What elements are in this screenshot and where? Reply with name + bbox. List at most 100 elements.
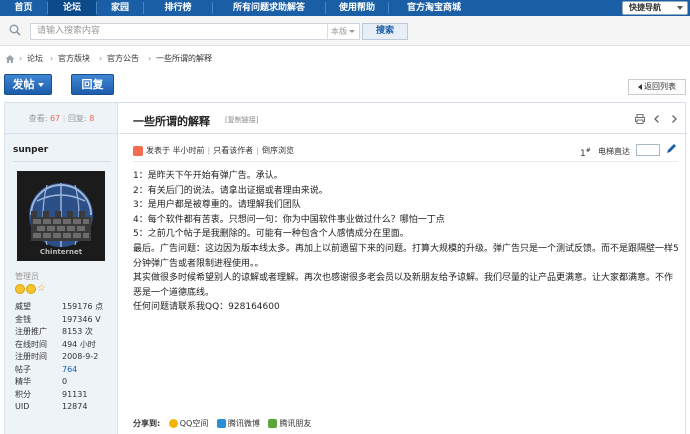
print-icon[interactable] xyxy=(635,114,646,124)
content-line: 3：是用户都是被尊重的。请理解我们团队 xyxy=(133,200,301,211)
profile-key: 威望 xyxy=(15,302,31,311)
breadcrumb-official-section[interactable]: 官方版块 xyxy=(58,52,90,66)
profile-row: 威望 159176 点 xyxy=(15,301,115,314)
content-line: 其实做很多时候希望别人的谅解或者理解。再次也感谢很多老会员以及新朋友给予谅解。我… xyxy=(133,273,674,298)
breadcrumb-announcements[interactable]: 官方公告 xyxy=(107,52,139,66)
floor-suffix: # xyxy=(585,147,591,154)
profile-key: 注册推广 xyxy=(15,327,47,336)
nav-space[interactable]: 家园 xyxy=(97,0,143,16)
sun-rank-icon xyxy=(26,284,36,294)
sun-rank-icon xyxy=(15,284,25,294)
search-bar: 请输入搜索内容 本版 搜索 xyxy=(0,16,690,46)
thread-tools xyxy=(631,114,679,127)
breadcrumb-forum[interactable]: 论坛 xyxy=(27,52,43,66)
nav-home[interactable]: 首页 xyxy=(0,0,47,16)
views-label: 查看: xyxy=(28,114,48,123)
profile-row: UID 12874 xyxy=(15,401,115,414)
author-sidebar: 查看: 67 | 回复: 8 sunper Chinternet 管理员 ☆ 威… xyxy=(5,103,118,434)
share-qzone-link[interactable]: QQ空间 xyxy=(180,419,209,428)
thread-title-bar: 一些所谓的解释 [复制链接] xyxy=(119,103,687,134)
share-bar: 分享到: QQ空间 腾讯微博 腾讯朋友 xyxy=(133,418,311,430)
nav-forum[interactable]: 论坛 xyxy=(48,0,96,16)
replies-count: 8 xyxy=(89,114,95,123)
post-main: 一些所谓的解释 [复制链接] 发表于 半小时前 | 只看该作者 | 倒序浏览 1# 电梯… xyxy=(119,103,687,434)
breadcrumb-current: 一些所谓的解释 xyxy=(156,54,212,63)
quick-nav-button[interactable]: 快捷导航 xyxy=(622,1,688,15)
profile-key: 金钱 xyxy=(15,314,31,324)
copy-link-button[interactable]: [复制链接] xyxy=(225,115,258,125)
profile-value: 197346 V xyxy=(62,314,101,324)
top-nav: 首页 论坛 家园 排行榜 所有问题求助解答 使用帮助 官方淘宝商城 快捷导航 xyxy=(0,0,690,16)
next-thread-icon[interactable] xyxy=(669,114,679,124)
post-container: 查看: 67 | 回复: 8 sunper Chinternet 管理员 ☆ 威… xyxy=(4,102,687,434)
profile-value: 91131 xyxy=(62,389,88,399)
post-button-label: 发帖 xyxy=(12,78,35,91)
floor-jump-label: 电梯直达 xyxy=(598,147,630,156)
search-input[interactable]: 请输入搜索内容 xyxy=(30,23,360,40)
profile-value-posts-link[interactable]: 764 xyxy=(62,364,77,377)
nav-ranking[interactable]: 排行榜 xyxy=(144,0,212,16)
nav-usage-help[interactable]: 使用帮助 xyxy=(326,0,388,16)
rank-icons: ☆ xyxy=(15,284,48,296)
post-meta: 发表于 半小时前 | 只看该作者 | 倒序浏览 xyxy=(133,145,294,157)
search-button[interactable]: 搜索 xyxy=(362,23,408,40)
search-icon xyxy=(9,24,21,36)
home-icon[interactable] xyxy=(5,54,15,64)
profile-row: 金钱 197346 V xyxy=(15,314,115,327)
profile-value: 2008-9-2 xyxy=(62,352,99,361)
chevron-down-icon xyxy=(37,83,44,87)
search-scope-label: 本版 xyxy=(331,27,347,36)
avatar-caption: Chinternet xyxy=(39,248,83,256)
back-to-list-label: 返回列表 xyxy=(644,82,676,91)
nav-taobao-store[interactable]: 官方淘宝商城 xyxy=(389,0,479,16)
breadcrumb: › 论坛 › 官方版块 › 官方公告 › 一些所谓的解释 xyxy=(0,52,690,66)
floor-jump-input[interactable] xyxy=(636,144,660,156)
profile-row: 在线时间 494 小时 xyxy=(15,339,115,352)
profile-stats: 威望 159176 点 金钱 197346 V 注册推广 8153 次 在线时间 494… xyxy=(15,301,115,414)
quick-nav-label: 快捷导航 xyxy=(629,3,661,12)
avatar[interactable]: Chinternet xyxy=(17,171,105,261)
views-count: 67 xyxy=(49,114,61,123)
back-to-list-button[interactable]: 返回列表 xyxy=(628,79,686,95)
profile-row: 精华 0 xyxy=(15,376,115,389)
profile-value: 159176 点 xyxy=(62,302,104,311)
content-line: 1：是昨天下午开始有弹广告。承认。 xyxy=(133,171,283,181)
online-status-icon xyxy=(133,145,143,156)
share-tencent-weibo-link[interactable]: 腾讯微博 xyxy=(228,419,260,428)
divider xyxy=(133,161,678,162)
post-time: 发表于 半小时前 xyxy=(146,146,205,155)
thread-stats: 查看: 67 | 回复: 8 xyxy=(5,103,118,134)
floor-number: 1# xyxy=(580,147,591,159)
reply-button[interactable]: 回复 xyxy=(71,74,114,95)
user-group[interactable]: 管理员 xyxy=(15,271,39,282)
tencent-friends-icon xyxy=(268,419,278,428)
nav-help-answers[interactable]: 所有问题求助解答 xyxy=(213,0,325,16)
profile-key: UID xyxy=(15,402,30,411)
content-line: 任何问题请联系我QQ：928164600 xyxy=(133,302,280,313)
only-author-link[interactable]: 只看该作者 xyxy=(213,146,253,155)
profile-value: 0 xyxy=(62,377,68,386)
prev-thread-icon[interactable] xyxy=(652,114,662,124)
back-arrow-icon xyxy=(638,83,642,90)
profile-key: 注册时间 xyxy=(15,352,47,361)
search-scope-select[interactable]: 本版 xyxy=(327,24,359,39)
share-tencent-friends-link[interactable]: 腾讯朋友 xyxy=(279,419,311,428)
profile-row: 积分 91131 xyxy=(15,389,115,402)
profile-key: 精华 xyxy=(15,377,31,386)
chevron-down-icon xyxy=(349,30,355,33)
profile-row: 注册时间 2008-9-2 xyxy=(15,351,115,364)
profile-row: 帖子 764 xyxy=(15,364,115,377)
thread-title: 一些所谓的解释 xyxy=(133,115,210,128)
author-name[interactable]: sunper xyxy=(13,145,48,155)
content-line: 4：每个软件都有苦衷。只想问一句：你为中国软件事业做过什么？哪怕一丁点 xyxy=(133,214,445,225)
profile-key: 在线时间 xyxy=(15,339,47,349)
reverse-order-link[interactable]: 倒序浏览 xyxy=(262,146,294,155)
post-button[interactable]: 发帖 xyxy=(4,74,52,95)
content-line: 5：之前几个帖子是我删除的。可能有一种包含个人感情成分在里面。 xyxy=(133,229,409,240)
share-label: 分享到: xyxy=(133,419,161,428)
content-line: 2：有关后门的说法。请拿出证据或者理由来说。 xyxy=(133,185,328,196)
pen-icon[interactable] xyxy=(665,143,677,155)
profile-value: 12874 xyxy=(62,402,88,411)
profile-key: 帖子 xyxy=(15,364,31,374)
post-content: 1：是昨天下午开始有弹广告。承认。 2：有关后门的说法。请拿出证据或者理由来说。… xyxy=(133,169,681,315)
